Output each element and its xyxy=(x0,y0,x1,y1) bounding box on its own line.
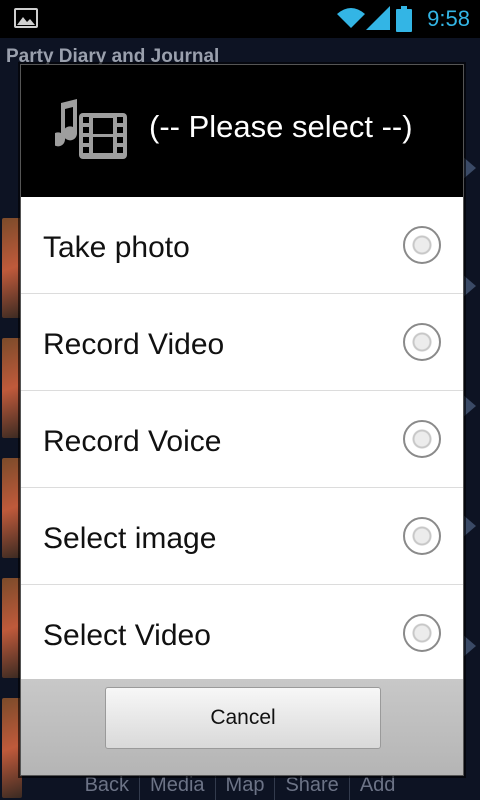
radio-button[interactable] xyxy=(403,517,441,555)
option-record-video[interactable]: Record Video xyxy=(21,294,463,391)
status-bar: 9:58 xyxy=(0,0,480,38)
thumbnail[interactable] xyxy=(2,218,22,318)
media-music-film-icon xyxy=(55,99,127,159)
radio-button[interactable] xyxy=(403,614,441,652)
radio-button[interactable] xyxy=(403,420,441,458)
battery-icon xyxy=(396,6,412,32)
chevron-right-icon[interactable] xyxy=(462,634,476,658)
dialog-footer: Cancel xyxy=(21,679,463,775)
option-label: Record Video xyxy=(43,328,225,361)
option-record-voice[interactable]: Record Voice xyxy=(21,391,463,488)
select-media-dialog: (-- Please select --) Take photo Record … xyxy=(20,64,464,776)
option-label: Take photo xyxy=(43,231,190,264)
thumbnail[interactable] xyxy=(2,338,22,438)
image-notification-icon xyxy=(14,8,38,28)
radio-button[interactable] xyxy=(403,226,441,264)
options-list: Take photo Record Video Record Voice Sel… xyxy=(21,197,463,682)
wifi-icon xyxy=(337,8,365,28)
thumbnail[interactable] xyxy=(2,578,22,678)
chevron-right-icon[interactable] xyxy=(462,394,476,418)
chevron-right-icon[interactable] xyxy=(462,274,476,298)
clock: 9:58 xyxy=(427,6,470,31)
option-label: Select Video xyxy=(43,619,211,652)
option-take-photo[interactable]: Take photo xyxy=(21,197,463,294)
chevron-right-icon[interactable] xyxy=(462,156,476,180)
radio-button[interactable] xyxy=(403,323,441,361)
option-label: Select image xyxy=(43,522,217,555)
thumbnail[interactable] xyxy=(2,458,22,558)
dialog-header: (-- Please select --) xyxy=(21,65,463,197)
cancel-button[interactable]: Cancel xyxy=(105,687,381,749)
option-select-video[interactable]: Select Video xyxy=(21,585,463,682)
dialog-title: (-- Please select --) xyxy=(149,109,413,144)
chevron-right-icon[interactable] xyxy=(462,514,476,538)
option-label: Record Voice xyxy=(43,425,222,458)
option-select-image[interactable]: Select image xyxy=(21,488,463,585)
signal-icon xyxy=(366,6,390,30)
